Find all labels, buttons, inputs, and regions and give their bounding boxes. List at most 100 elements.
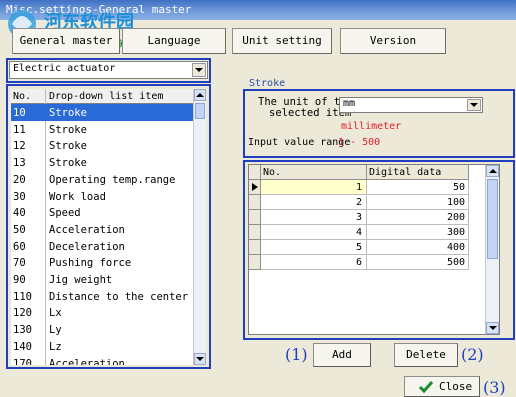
tab-general-master[interactable]: General master: [12, 28, 120, 54]
grid-cell-value[interactable]: 50: [367, 180, 469, 195]
chevron-down-icon[interactable]: [467, 99, 481, 111]
grid-cell-no[interactable]: 1: [261, 180, 367, 195]
list-item-no: 70: [13, 257, 26, 270]
grid-cell-value[interactable]: 200: [367, 210, 469, 225]
tab-unit-setting[interactable]: Unit setting: [232, 28, 332, 54]
list-item-label: Lx: [49, 307, 62, 320]
list-item-no: 30: [13, 190, 26, 203]
grid-cell-no[interactable]: 6: [261, 255, 367, 270]
tab-language-label: Language: [147, 34, 201, 47]
list-item[interactable]: 30 Work load: [11, 188, 193, 205]
row-header[interactable]: [249, 225, 261, 240]
row-header[interactable]: [249, 210, 261, 225]
list-item-label: Stroke: [49, 123, 87, 136]
list-item[interactable]: 130 Ly: [11, 321, 193, 338]
add-button[interactable]: Add: [313, 343, 371, 367]
list-scrollbar[interactable]: [193, 89, 206, 365]
list-item-label: Jig weight: [49, 274, 113, 286]
list-item[interactable]: 11 Stroke: [11, 121, 193, 138]
list-item-label: Lz: [49, 340, 62, 353]
list-item-label: Ly: [49, 324, 62, 337]
list-item-label: Stroke: [49, 157, 87, 170]
list-item-no: 130: [13, 324, 32, 337]
list-item[interactable]: 60 Deceleration: [11, 238, 193, 255]
callout-3: (3): [483, 378, 506, 397]
range-value: 1 - 500: [338, 137, 381, 148]
list-item[interactable]: 12 Stroke: [11, 137, 193, 154]
list-item[interactable]: 90 Jig weight: [11, 271, 193, 288]
list-item-label: Pushing force: [49, 257, 132, 270]
scroll-thumb[interactable]: [195, 103, 205, 119]
list-item-label: Speed: [49, 207, 81, 220]
list-item[interactable]: 40 Speed: [11, 204, 193, 221]
list-item-no: 20: [13, 173, 26, 186]
scroll-up-button[interactable]: [486, 165, 499, 177]
dropdown-items-list[interactable]: No. Drop-down list item 10 Stroke 11 Stroke…: [11, 89, 193, 365]
grid-row[interactable]: 3 200: [249, 210, 485, 225]
tab-version-label: Version: [369, 34, 417, 47]
close-button[interactable]: Close: [404, 376, 480, 397]
grid-cell-no[interactable]: 4: [261, 225, 367, 240]
grid-header-value: Digital data: [367, 165, 469, 180]
list-item[interactable]: 170 Acceleration: [11, 355, 193, 366]
row-header[interactable]: [249, 255, 261, 270]
grid-row[interactable]: 6 500: [249, 255, 485, 270]
callout-1: (1): [285, 345, 308, 364]
grid-cell-no[interactable]: 5: [261, 240, 367, 255]
grid-row[interactable]: 4 300: [249, 225, 485, 240]
tab-general-master-label: General master: [19, 34, 113, 47]
grid-cell-value[interactable]: 100: [367, 195, 469, 210]
list-item[interactable]: 120 Lx: [11, 304, 193, 321]
list-item-label: Operating temp.range: [49, 173, 176, 186]
list-item-no: 110: [13, 290, 32, 303]
list-item-label: Distance to the center of g: [49, 290, 193, 303]
scroll-down-button[interactable]: [486, 322, 499, 334]
scroll-down-button[interactable]: [194, 353, 206, 365]
row-header[interactable]: [249, 195, 261, 210]
grid-row[interactable]: 1 50: [249, 180, 485, 195]
list-item-no: 60: [13, 240, 26, 253]
list-item-no: 90: [13, 274, 26, 286]
list-header: No. Drop-down list item: [11, 89, 193, 104]
list-item[interactable]: 110 Distance to the center of g: [11, 288, 193, 305]
grid-scrollbar[interactable]: [485, 165, 499, 334]
list-item[interactable]: 140 Lz: [11, 338, 193, 355]
list-item[interactable]: 50 Acceleration: [11, 221, 193, 238]
list-header-item: Drop-down list item: [49, 91, 164, 102]
grid-cell-no[interactable]: 3: [261, 210, 367, 225]
grid-row[interactable]: 2 100: [249, 195, 485, 210]
list-item-no: 12: [13, 140, 26, 153]
list-item[interactable]: 10 Stroke: [11, 104, 193, 121]
row-header[interactable]: [249, 240, 261, 255]
row-header[interactable]: [249, 180, 261, 195]
list-item-label: Acceleration: [49, 223, 125, 236]
grid-corner: [249, 165, 261, 180]
list-item-no: 13: [13, 157, 26, 170]
tab-language[interactable]: Language: [122, 28, 226, 54]
list-item[interactable]: 70 Pushing force: [11, 254, 193, 271]
tab-version[interactable]: Version: [340, 28, 446, 54]
chevron-down-icon[interactable]: [192, 63, 206, 77]
list-item-label: Work load: [49, 190, 106, 203]
delete-button[interactable]: Delete: [394, 343, 458, 367]
list-item-label: Deceleration: [49, 240, 125, 253]
grid-cell-value[interactable]: 300: [367, 225, 469, 240]
list-item-no: 10: [13, 107, 26, 119]
list-item[interactable]: 20 Operating temp.range: [11, 171, 193, 188]
unit-select[interactable]: mm: [339, 97, 483, 113]
scroll-up-button[interactable]: [194, 89, 206, 101]
grid-cell-no[interactable]: 2: [261, 195, 367, 210]
grid-row[interactable]: 5 400: [249, 240, 485, 255]
digital-data-grid[interactable]: No. Digital data 1 50 2 100 3 200 4 300 5 400 6 500: [248, 164, 500, 335]
list-item-no: 170: [13, 357, 32, 366]
window-title: Misc.settings-General master: [6, 3, 192, 16]
category-select[interactable]: Electric actuator: [9, 61, 208, 79]
grid-cell-value[interactable]: 500: [367, 255, 469, 270]
list-item-no: 120: [13, 307, 32, 320]
list-item-label: Stroke: [49, 140, 87, 153]
list-item[interactable]: 13 Stroke: [11, 154, 193, 171]
list-item-no: 11: [13, 123, 26, 136]
list-item-label: Stroke: [49, 107, 87, 119]
grid-cell-value[interactable]: 400: [367, 240, 469, 255]
scroll-thumb[interactable]: [487, 179, 498, 259]
